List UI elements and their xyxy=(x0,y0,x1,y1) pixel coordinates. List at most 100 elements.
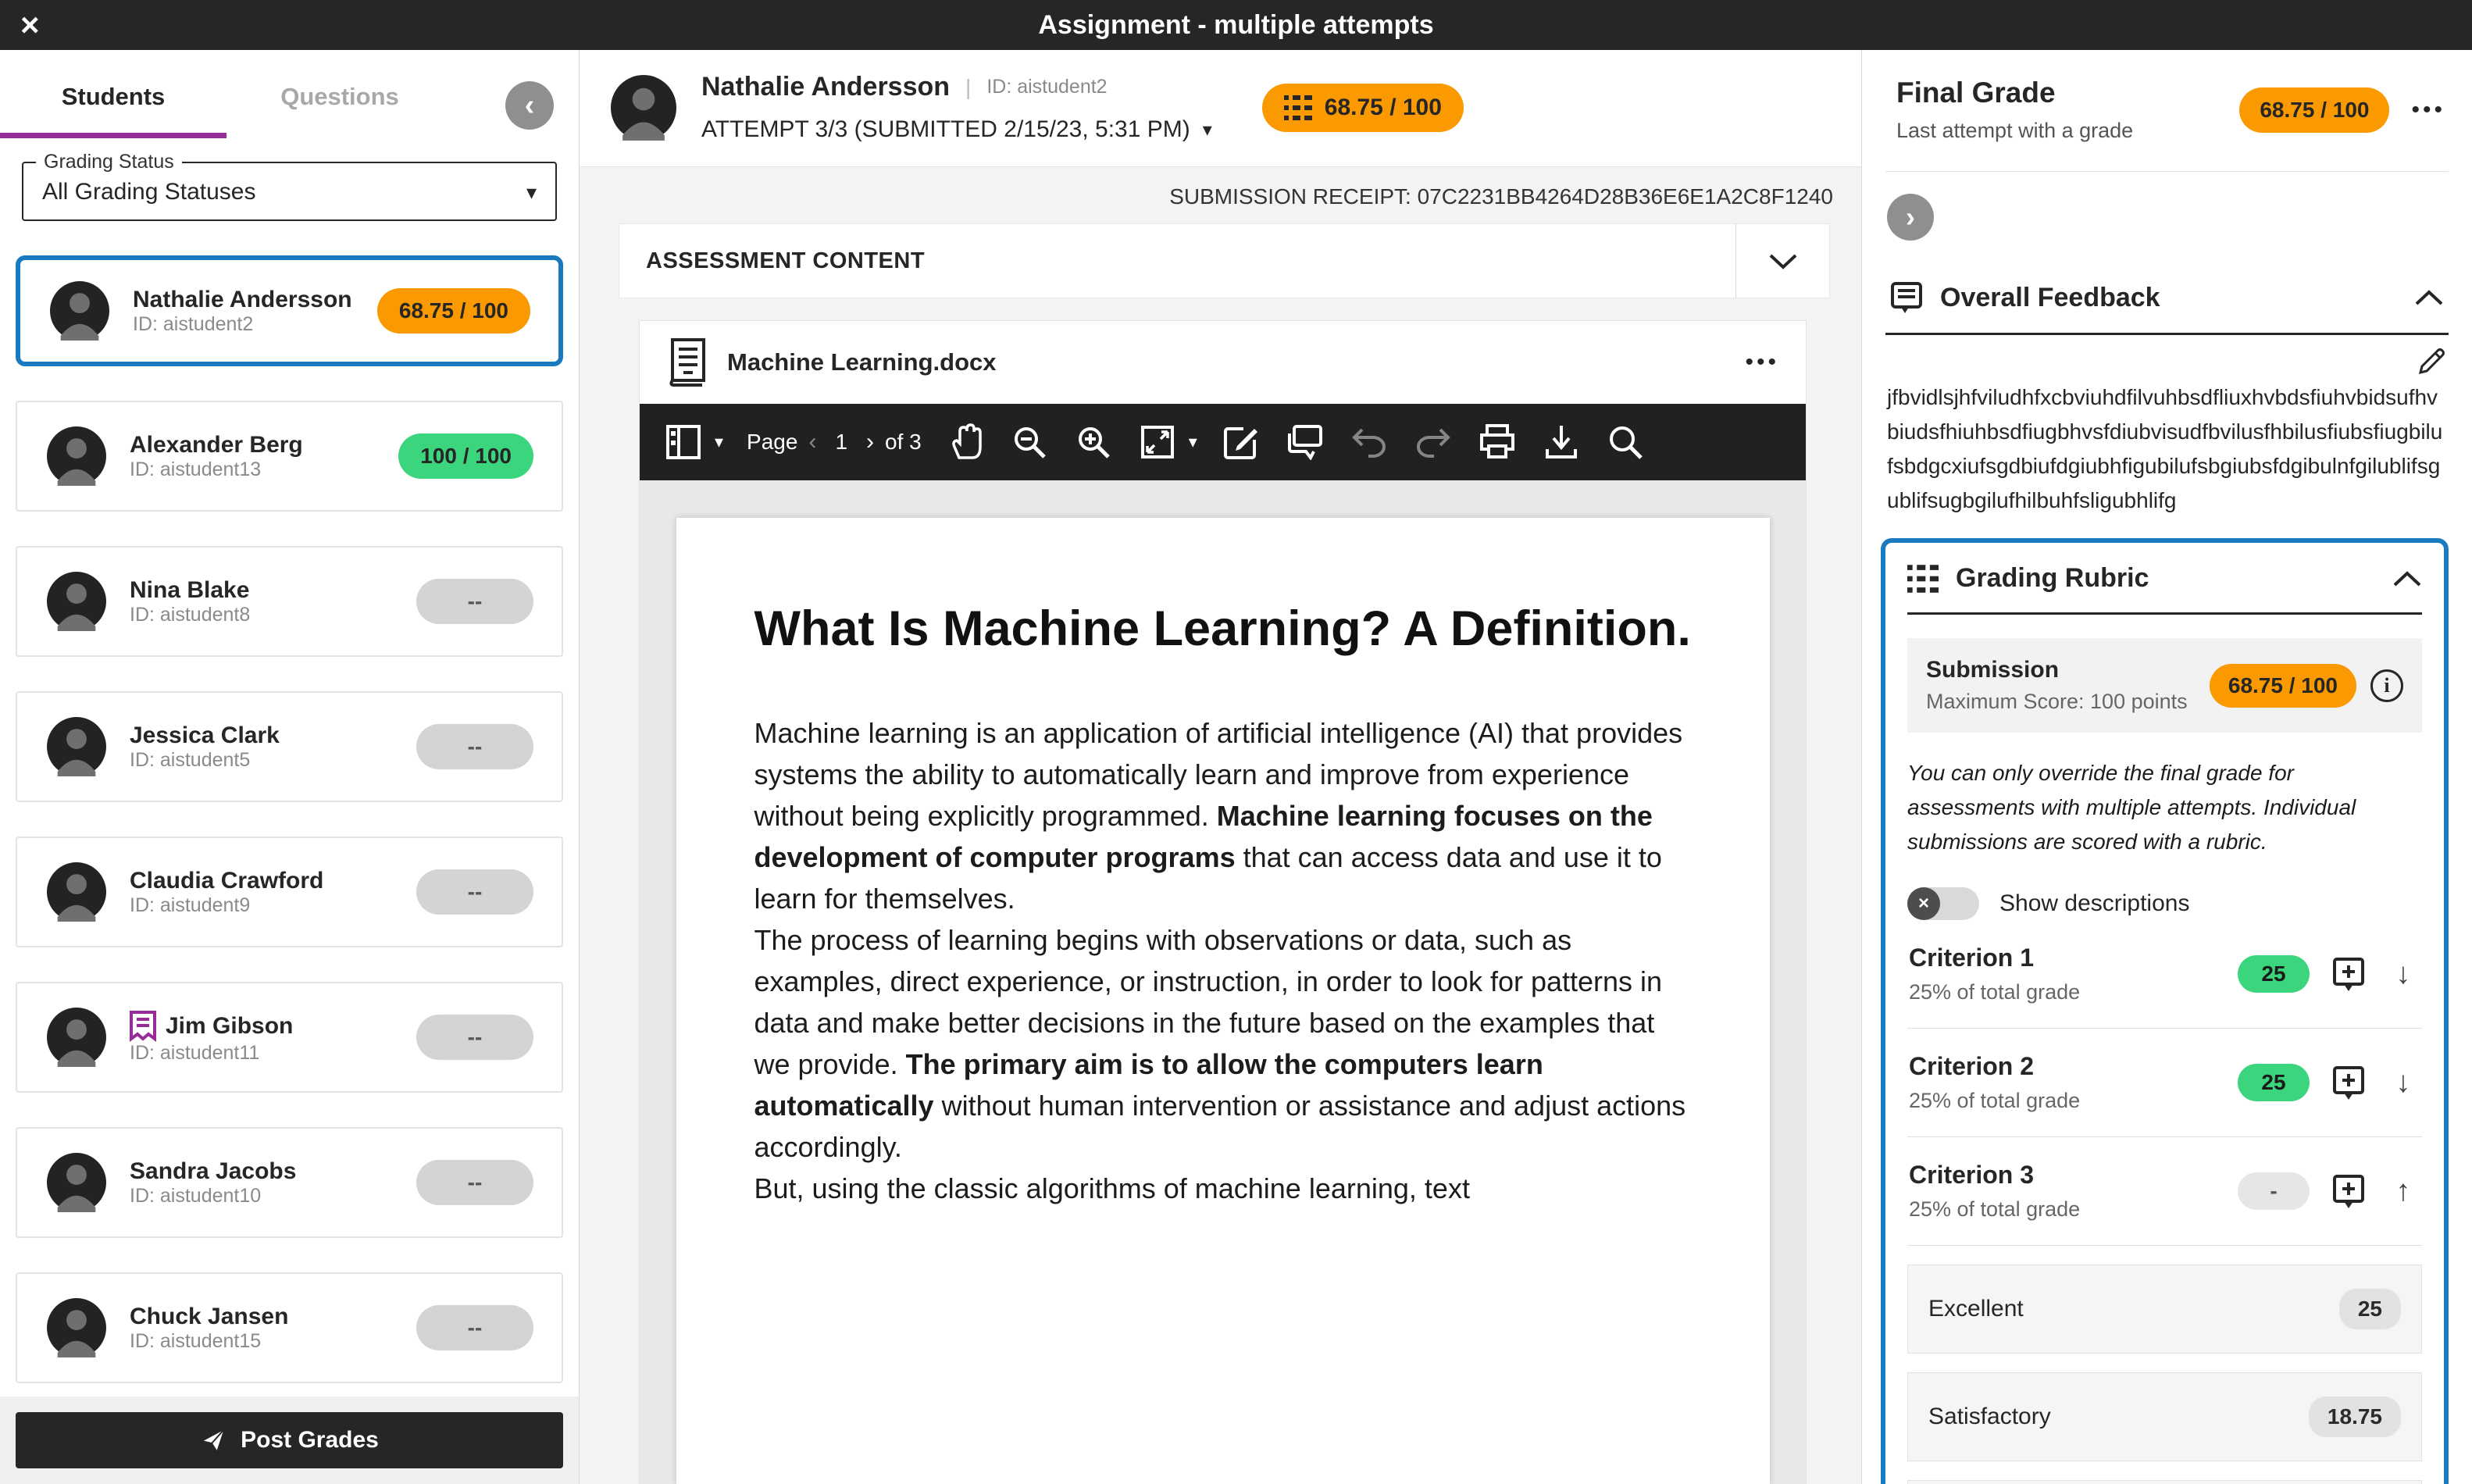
add-feedback-icon[interactable] xyxy=(2331,1173,2366,1209)
comments-icon[interactable] xyxy=(1285,422,1325,462)
assessment-content-label: ASSESSMENT CONTENT xyxy=(646,248,926,273)
sidebar-tabs: Students Questions ‹ xyxy=(0,50,579,138)
sidebar-collapse-button[interactable]: ‹ xyxy=(505,81,554,130)
avatar xyxy=(47,1153,106,1212)
student-id: ID: aistudent13 xyxy=(130,458,262,480)
student-score-badge: -- xyxy=(416,869,533,915)
chevron-down-icon: ▾ xyxy=(526,180,537,204)
document-menu-button[interactable]: ••• xyxy=(1745,349,1779,376)
student-score-badge: 68.75 / 100 xyxy=(376,288,530,334)
overall-feedback-title: Overall Feedback xyxy=(1940,282,2160,312)
document-heading: What Is Machine Learning? A Definition. xyxy=(754,601,1691,656)
accommodation-icon xyxy=(130,1010,156,1042)
student-row-alexander-berg[interactable]: Alexander Berg ID: aistudent13 100 / 100 xyxy=(16,401,563,512)
download-icon[interactable] xyxy=(1541,422,1582,462)
final-grade-title: Final Grade xyxy=(1896,77,2056,109)
post-grades-button[interactable]: Post Grades xyxy=(16,1412,563,1468)
page-number[interactable]: 1 xyxy=(827,430,855,455)
redo-icon[interactable] xyxy=(1413,422,1454,462)
show-descriptions-toggle[interactable]: × Show descriptions xyxy=(1907,887,2422,920)
main-content: Nathalie Andersson | ID: aistudent2 ATTE… xyxy=(580,50,1861,1484)
next-page-icon[interactable]: › xyxy=(866,429,874,455)
avatar xyxy=(47,1298,106,1357)
criterion-row-3: Criterion 3 25% of total grade - ↑ xyxy=(1907,1137,2422,1246)
student-row-nina-blake[interactable]: Nina Blake ID: aistudent8 -- xyxy=(16,546,563,657)
criterion-name: Criterion 1 xyxy=(1909,944,2035,972)
student-row-jessica-clark[interactable]: Jessica Clark ID: aistudent5 -- xyxy=(16,691,563,802)
document-page: What Is Machine Learning? A Definition. … xyxy=(676,518,1770,1484)
grading-status-value: All Grading Statuses xyxy=(42,179,256,205)
annotate-icon[interactable] xyxy=(1221,422,1261,462)
criterion-score-badge[interactable]: 25 xyxy=(2238,955,2310,993)
zoom-out-icon[interactable] xyxy=(1009,422,1050,462)
rubric-level-unsatisfactory[interactable]: Unsatisfactory 12.5 xyxy=(1907,1480,2422,1484)
overall-feedback-text[interactable]: jfbvidlsjhfviludhfxcbviuhdfilvuhbsdfliux… xyxy=(1885,380,2449,518)
add-feedback-icon[interactable] xyxy=(2331,1065,2366,1101)
chevron-down-icon xyxy=(1767,251,1799,270)
viewer-toolbar: ▾ Page ‹ 1 › of 3 ▾ xyxy=(640,404,1806,480)
thumbnails-panel-icon[interactable] xyxy=(663,422,704,462)
page-total: of 3 xyxy=(885,430,922,454)
student-name: Alexander Berg xyxy=(130,431,303,458)
document-page-area[interactable]: What Is Machine Learning? A Definition. … xyxy=(640,480,1806,1484)
document-viewer: Machine Learning.docx ••• ▾ Page ‹ 1 › o… xyxy=(639,320,1807,1484)
assessment-collapse-button[interactable] xyxy=(1735,224,1829,298)
attempt-score-badge[interactable]: 68.75 / 100 xyxy=(1261,83,1464,132)
panel-collapse-button[interactable]: › xyxy=(1887,194,1934,241)
student-row-chuck-jansen[interactable]: Chuck Jansen ID: aistudent15 -- xyxy=(16,1272,563,1383)
student-row-jim-gibson[interactable]: Jim Gibson ID: aistudent11 -- xyxy=(16,982,563,1093)
document-paragraph: But, using the classic algorithms of mac… xyxy=(754,1172,1470,1205)
student-name: Jim Gibson xyxy=(130,1010,416,1042)
add-feedback-icon[interactable] xyxy=(2331,956,2366,992)
grading-status-select[interactable]: Grading Status All Grading Statuses ▾ xyxy=(22,151,557,221)
tab-students[interactable]: Students xyxy=(0,83,227,138)
student-row-sandra-jacobs[interactable]: Sandra Jacobs ID: aistudent10 -- xyxy=(16,1127,563,1238)
grading-rubric-title: Grading Rubric xyxy=(1956,563,2149,593)
chevron-down-icon[interactable]: ▾ xyxy=(715,432,723,452)
expand-criterion-icon[interactable]: ↓ xyxy=(2386,958,2420,991)
chevron-up-icon[interactable] xyxy=(2392,570,2422,587)
student-score-badge: 100 / 100 xyxy=(398,433,533,479)
print-icon[interactable] xyxy=(1477,422,1518,462)
attempt-header: Nathalie Andersson | ID: aistudent2 ATTE… xyxy=(580,50,1861,167)
student-name: Jessica Clark xyxy=(130,722,280,748)
level-points-badge: 18.75 xyxy=(2308,1397,2401,1437)
student-row-claudia-crawford[interactable]: Claudia Crawford ID: aistudent9 -- xyxy=(16,837,563,947)
show-descriptions-label: Show descriptions xyxy=(1999,890,2190,916)
collapse-criterion-icon[interactable]: ↑ xyxy=(2386,1175,2420,1208)
zoom-in-icon[interactable] xyxy=(1073,422,1114,462)
student-id: ID: aistudent2 xyxy=(986,76,1108,98)
criterion-score-badge[interactable]: - xyxy=(2238,1172,2310,1210)
undo-icon[interactable] xyxy=(1349,422,1389,462)
criterion-score-badge[interactable]: 25 xyxy=(2238,1064,2310,1101)
fit-to-screen-icon[interactable] xyxy=(1137,422,1178,462)
titlebar: × Assignment - multiple attempts xyxy=(0,0,2472,50)
info-icon[interactable]: i xyxy=(2370,669,2403,702)
previous-page-icon[interactable]: ‹ xyxy=(808,429,816,455)
tab-questions[interactable]: Questions xyxy=(227,83,453,133)
student-row-nathalie-andersson[interactable]: Nathalie Andersson ID: aistudent2 68.75 … xyxy=(16,255,563,366)
pan-hand-icon[interactable] xyxy=(945,422,986,462)
submission-score-badge[interactable]: 68.75 / 100 xyxy=(2209,663,2356,708)
criterion-weight: 25% of total grade xyxy=(1909,1197,2081,1221)
attempt-selector[interactable]: ATTEMPT 3/3 (SUBMITTED 2/15/23, 5:31 PM)… xyxy=(701,116,1212,143)
chevron-up-icon[interactable] xyxy=(2414,289,2444,306)
edit-feedback-pencil-icon[interactable] xyxy=(2417,348,2445,376)
student-score-badge: -- xyxy=(416,1160,533,1205)
chevron-down-icon[interactable]: ▾ xyxy=(1189,432,1197,452)
student-id: ID: aistudent10 xyxy=(130,1184,262,1207)
expand-criterion-icon[interactable]: ↓ xyxy=(2386,1066,2420,1100)
final-grade-menu-button[interactable]: ••• xyxy=(2411,97,2445,123)
student-name: Nathalie Andersson xyxy=(133,286,352,312)
document-paragraph: The process of learning begins with obse… xyxy=(754,924,1686,1164)
rubric-grid-icon xyxy=(1907,564,1939,593)
student-id: ID: aistudent8 xyxy=(130,603,251,626)
chevron-right-icon: › xyxy=(1906,201,1915,233)
rubric-level-satisfactory[interactable]: Satisfactory 18.75 xyxy=(1907,1372,2422,1461)
final-grade-badge[interactable]: 68.75 / 100 xyxy=(2239,87,2390,133)
rubric-level-excellent[interactable]: Excellent 25 xyxy=(1907,1265,2422,1354)
student-score-badge: -- xyxy=(416,1305,533,1350)
search-icon[interactable] xyxy=(1605,422,1646,462)
grading-panel: Final Grade Last attempt with a grade 68… xyxy=(1861,50,2472,1484)
toggle-off-icon[interactable]: × xyxy=(1907,887,1979,920)
